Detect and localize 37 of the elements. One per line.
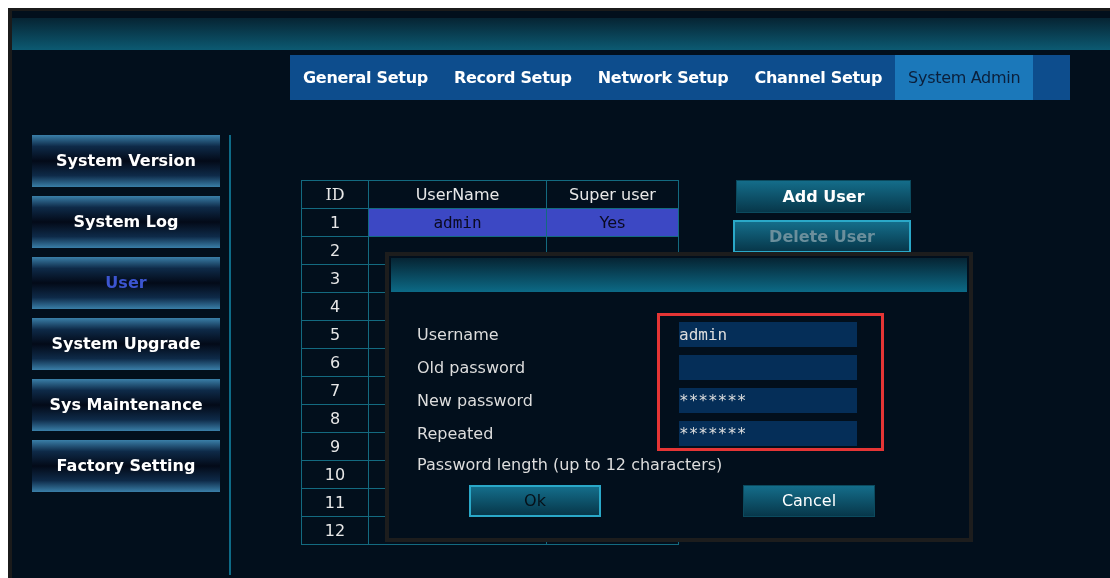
field-label: Repeated: [417, 422, 495, 445]
input-field[interactable]: *******: [679, 388, 857, 413]
table-cell: 10: [301, 460, 369, 489]
table-cell: 9: [301, 432, 369, 461]
hint-text: Password length (up to 12 characters): [417, 454, 724, 476]
input-field[interactable]: *******: [679, 421, 857, 446]
table-cell: 6: [301, 348, 369, 377]
sidebar-item[interactable]: System Upgrade: [32, 318, 220, 370]
tab[interactable]: Record Setup: [440, 55, 585, 100]
field-label: Username: [417, 323, 500, 346]
field-label: Old password: [417, 356, 527, 379]
table-cell: 5: [301, 320, 369, 349]
column-header: ID: [301, 180, 369, 209]
table-cell: 1: [301, 208, 369, 237]
sidebar-item[interactable]: System Version: [32, 135, 220, 187]
tab[interactable]: General Setup: [290, 55, 441, 100]
table-cell: 3: [301, 264, 369, 293]
sidebar-item[interactable]: Sys Maintenance: [32, 379, 220, 431]
sidebar-item[interactable]: Factory Setting: [32, 440, 220, 492]
sidebar-item[interactable]: System Log: [32, 196, 220, 248]
tab[interactable]: Channel Setup: [741, 55, 896, 100]
cancel-button[interactable]: Cancel: [743, 485, 875, 517]
add-user-button[interactable]: Add User: [736, 180, 911, 213]
input-field[interactable]: admin: [679, 322, 857, 347]
table-cell: 11: [301, 488, 369, 517]
input-field[interactable]: [679, 355, 857, 380]
table-cell: 2: [301, 236, 369, 265]
field-label: New password: [417, 389, 534, 412]
column-header: UserName: [368, 180, 547, 209]
table-cell: admin: [368, 208, 547, 237]
table-cell: 8: [301, 404, 369, 433]
table-cell: Yes: [546, 208, 679, 237]
table-cell: 12: [301, 516, 369, 545]
table-cell: 7: [301, 376, 369, 405]
column-header: Super user: [546, 180, 679, 209]
table-cell: 4: [301, 292, 369, 321]
tab[interactable]: Network Setup: [584, 55, 742, 100]
